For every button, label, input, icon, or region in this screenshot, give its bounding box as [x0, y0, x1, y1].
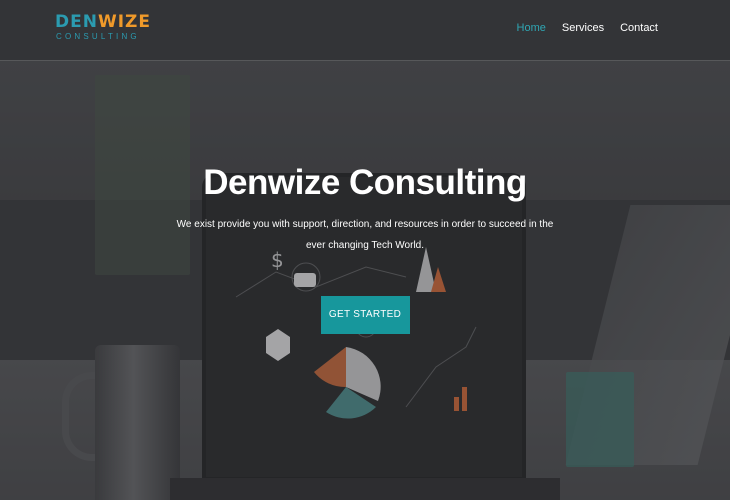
logo-wordmark: DENWIZE	[55, 12, 151, 32]
logo-subtitle: CONSULTING	[56, 32, 140, 41]
hero-description: We exist provide you with support, direc…	[176, 219, 554, 251]
hero-title: Denwize Consulting	[203, 163, 527, 202]
site-header: DENWIZE CONSULTING Home Services Contact	[0, 0, 730, 61]
hero-content: Denwize Consulting We exist provide you …	[0, 160, 730, 334]
get-started-button[interactable]: GET STARTED	[320, 296, 410, 334]
brand-logo[interactable]: DENWIZE CONSULTING	[55, 12, 150, 46]
logo-wordmark-wize: WIZE	[97, 12, 151, 32]
nav-item-services[interactable]: Services	[562, 20, 604, 36]
hero-section: $ DENWIZE CONSULTING Home Services Conta…	[0, 0, 730, 500]
main-nav: Home Services Contact	[517, 20, 658, 36]
logo-wordmark-den: DEN	[55, 12, 98, 32]
nav-item-home[interactable]: Home	[517, 20, 546, 36]
nav-item-contact[interactable]: Contact	[620, 20, 658, 36]
